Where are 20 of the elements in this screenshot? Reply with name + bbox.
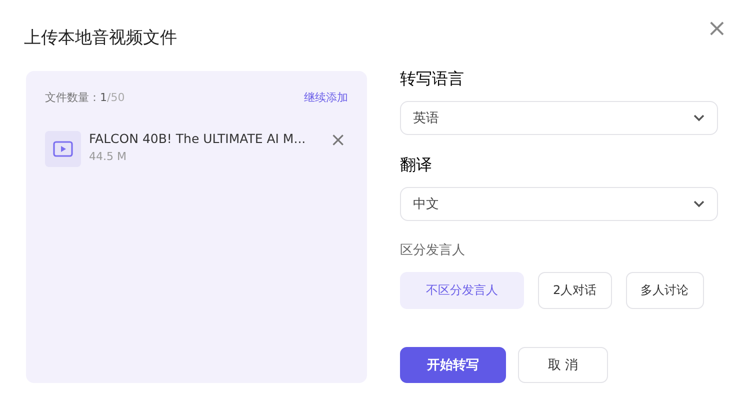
file-size: 44.5 M: [89, 150, 128, 163]
language-dropdown[interactable]: 英语: [400, 101, 718, 135]
remove-file-button[interactable]: ×: [330, 131, 346, 150]
field-label: 转写语言: [400, 69, 465, 90]
speaker-option[interactable]: 2人对话: [538, 272, 612, 309]
speaker-option[interactable]: 多人讨论: [626, 272, 704, 309]
start-button[interactable]: 开始转写: [400, 347, 506, 383]
chevron-down-icon: [693, 114, 705, 122]
speaker-option[interactable]: 不区分发言人: [400, 272, 524, 309]
field-label: 区分发言人: [400, 242, 466, 259]
file-name: FALCON 40B! The ULTIMATE AI M...: [89, 131, 307, 146]
add-more-link[interactable]: 继续添加: [304, 90, 348, 105]
chevron-down-icon: [693, 200, 705, 208]
close-button[interactable]: ×: [706, 16, 727, 40]
file-count: 文件数量：1/50: [45, 90, 125, 105]
cancel-button[interactable]: 取 消: [518, 347, 608, 383]
language-dropdown[interactable]: 中文: [400, 187, 718, 221]
video-file-icon: [45, 131, 81, 167]
field-label: 翻译: [400, 155, 433, 176]
dialog-title: 上传本地音视频文件: [24, 27, 178, 49]
